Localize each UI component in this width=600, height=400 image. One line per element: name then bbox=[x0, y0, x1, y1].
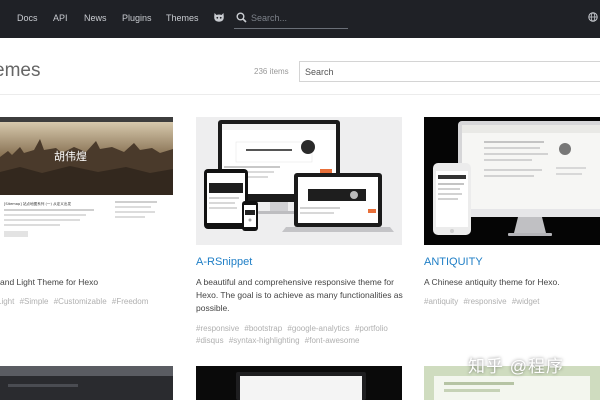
tag-link[interactable]: #Customizable bbox=[54, 297, 107, 306]
theme-tags: #antiquity #responsive #widget bbox=[424, 296, 600, 308]
nav-link-api[interactable]: API bbox=[53, 13, 68, 23]
overlay-title: 胡伟煌 bbox=[54, 149, 87, 163]
nav-search-underline bbox=[234, 28, 348, 29]
nav-link-news[interactable]: News bbox=[84, 13, 107, 23]
theme-name-link[interactable]: A-RSnippet bbox=[196, 256, 252, 268]
post-title: [Sitemap] 站点地图系列 (一) 从定义出发 bbox=[4, 201, 71, 206]
theme-thumbnail[interactable] bbox=[196, 117, 402, 245]
tag-link[interactable]: Light bbox=[0, 297, 14, 306]
theme-thumbnail[interactable] bbox=[196, 366, 402, 400]
theme-tags: Light #Simple #Customizable #Freedom bbox=[0, 296, 173, 308]
tag-link[interactable]: #responsive bbox=[463, 297, 506, 306]
tag-link[interactable]: #disqus bbox=[196, 336, 224, 345]
tag-link[interactable]: #Simple bbox=[20, 297, 49, 306]
item-count: 236 items bbox=[254, 67, 289, 76]
dark-monitor-preview bbox=[196, 366, 402, 400]
tag-link[interactable]: #responsive bbox=[196, 324, 239, 333]
theme-description: A beautiful and comprehensive responsive… bbox=[196, 277, 403, 313]
hexo-cat-icon[interactable] bbox=[213, 11, 225, 23]
tag-link[interactable]: #google-analytics bbox=[287, 324, 349, 333]
theme-description: and Light Theme for Hexo bbox=[0, 277, 99, 287]
theme-thumbnail[interactable] bbox=[0, 366, 173, 400]
globe-icon[interactable] bbox=[588, 12, 598, 22]
top-navigation-bar: Docs API News Plugins Themes bbox=[0, 0, 600, 38]
theme-thumbnail[interactable] bbox=[424, 117, 600, 245]
responsive-devices-mockup bbox=[204, 120, 394, 232]
antiquity-devices-mockup bbox=[424, 117, 600, 245]
tag-link[interactable]: #widget bbox=[512, 297, 540, 306]
dark-theme-preview bbox=[0, 366, 173, 400]
nav-search-input[interactable] bbox=[251, 11, 347, 25]
theme-name-link[interactable]: ANTIQUITY bbox=[424, 256, 483, 268]
header-divider bbox=[0, 94, 600, 95]
page-title: emes bbox=[0, 60, 41, 81]
tag-link[interactable]: #portfolio bbox=[355, 324, 388, 333]
tag-link[interactable]: #font-awesome bbox=[305, 336, 360, 345]
watermark: 知乎 @程序 bbox=[468, 357, 564, 376]
tag-link[interactable]: #antiquity bbox=[424, 297, 458, 306]
city-skyline-screenshot: 胡伟煌 [Sitemap] 站点地图系列 (一) 从定义出发 bbox=[0, 117, 173, 245]
nav-link-docs[interactable]: Docs bbox=[17, 13, 38, 23]
nav-link-themes[interactable]: Themes bbox=[166, 13, 199, 23]
search-icon[interactable] bbox=[236, 12, 247, 23]
theme-thumbnail[interactable]: 胡伟煌 [Sitemap] 站点地图系列 (一) 从定义出发 bbox=[0, 117, 173, 245]
tag-link[interactable]: #syntax-highlighting bbox=[229, 336, 300, 345]
tag-link[interactable]: #Freedom bbox=[112, 297, 148, 306]
theme-description: A Chinese antiquity theme for Hexo. bbox=[424, 277, 560, 287]
theme-tags: #responsive #bootstrap #google-analytics… bbox=[196, 323, 406, 347]
nav-link-plugins[interactable]: Plugins bbox=[122, 13, 152, 23]
tag-link[interactable]: #bootstrap bbox=[244, 324, 282, 333]
theme-search-input[interactable] bbox=[299, 61, 600, 82]
